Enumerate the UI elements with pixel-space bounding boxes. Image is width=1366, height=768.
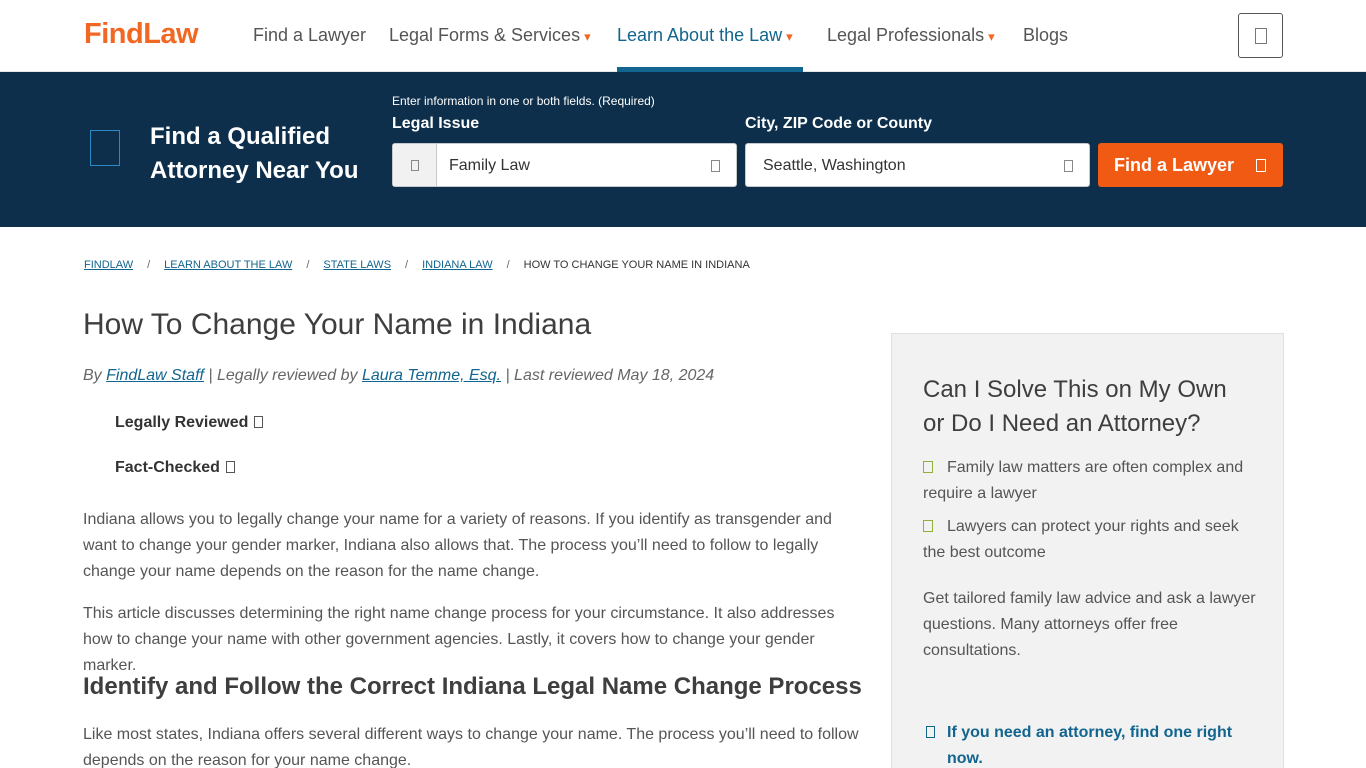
location-pin-icon xyxy=(90,130,120,166)
nav-legal-forms[interactable]: Legal Forms & Services ▾ xyxy=(389,25,591,46)
location-value: Seattle, Washington xyxy=(763,157,906,174)
chevron-down-icon: ▾ xyxy=(786,29,793,44)
legal-issue-field[interactable]: Family Law xyxy=(392,143,737,187)
findlaw-logo[interactable]: FindLaw xyxy=(84,18,199,51)
search-icon-box xyxy=(393,144,437,186)
top-navigation: FindLaw Find a Lawyer Legal Forms & Serv… xyxy=(0,0,1366,72)
breadcrumb-state-laws[interactable]: STATE LAWS xyxy=(323,259,391,271)
breadcrumb-findlaw[interactable]: FINDLAW xyxy=(84,259,133,271)
checkmark-icon xyxy=(923,461,933,473)
nav-blogs[interactable]: Blogs xyxy=(1023,25,1068,46)
article-paragraph-2: This article discusses determining the r… xyxy=(83,605,835,674)
breadcrumb: FINDLAW / LEARN ABOUT THE LAW / STATE LAWS / I… xyxy=(84,259,750,271)
nav-legal-professionals[interactable]: Legal Professionals ▾ xyxy=(827,25,995,46)
search-icon xyxy=(1256,159,1266,172)
info-icon xyxy=(225,461,235,473)
article-paragraph-3: Like most states, Indiana offers several… xyxy=(83,726,859,768)
menu-icon xyxy=(1254,27,1267,44)
sidebar-text: Get tailored family law advice and ask a… xyxy=(923,590,1256,659)
breadcrumb-indiana-law[interactable]: INDIANA LAW xyxy=(422,259,493,271)
author-link[interactable]: FindLaw Staff xyxy=(106,367,204,384)
breadcrumb-current: HOW TO CHANGE YOUR NAME IN INDIANA xyxy=(523,259,750,271)
search-icon xyxy=(410,159,419,171)
find-a-lawyer-button[interactable]: Find a Lawyer xyxy=(1098,143,1283,187)
article-paragraph-1: Indiana allows you to legally change you… xyxy=(83,511,832,580)
legal-issue-value: Family Law xyxy=(449,157,530,174)
section-heading: Identify and Follow the Correct Indiana … xyxy=(83,673,862,700)
legal-issue-label: Legal Issue xyxy=(392,115,480,132)
clear-icon[interactable] xyxy=(711,160,720,172)
legally-reviewed-badge[interactable]: Legally Reviewed xyxy=(115,414,264,432)
menu-button[interactable] xyxy=(1238,13,1283,58)
breadcrumb-learn-about-the-law[interactable]: LEARN ABOUT THE LAW xyxy=(164,259,292,271)
find-attorney-link[interactable]: If you need an attorney, find one right … xyxy=(923,720,1263,768)
search-hint: Enter information in one or both fields.… xyxy=(392,94,655,108)
clear-icon[interactable] xyxy=(1064,160,1073,172)
chevron-down-icon: ▾ xyxy=(988,29,995,44)
nav-learn-about-the-law[interactable]: Learn About the Law ▾ xyxy=(617,25,793,46)
checkmark-icon xyxy=(923,520,933,532)
reviewer-link[interactable]: Laura Temme, Esq. xyxy=(362,367,501,384)
location-label: City, ZIP Code or County xyxy=(745,115,932,132)
find-attorney-search-band: Find a Qualified Attorney Near You Enter… xyxy=(0,72,1366,227)
sidebar-bullet: Lawyers can protect your rights and seek… xyxy=(923,518,1239,561)
sidebar-cta-box: Can I Solve This on My Own or Do I Need … xyxy=(891,333,1284,768)
location-field[interactable]: Seattle, Washington xyxy=(745,143,1090,187)
nav-find-a-lawyer[interactable]: Find a Lawyer xyxy=(253,25,366,46)
sidebar-title: Can I Solve This on My Own or Do I Need … xyxy=(923,376,1227,437)
arrow-icon xyxy=(926,726,935,738)
info-icon xyxy=(254,416,264,428)
byline: By FindLaw Staff | Legally reviewed by L… xyxy=(83,367,715,384)
search-band-title: Find a Qualified Attorney Near You xyxy=(150,123,359,184)
chevron-down-icon: ▾ xyxy=(584,29,591,44)
fact-checked-badge[interactable]: Fact-Checked xyxy=(115,459,235,477)
page-title: How To Change Your Name in Indiana xyxy=(83,308,592,341)
sidebar-bullet: Family law matters are often complex and… xyxy=(923,459,1244,502)
